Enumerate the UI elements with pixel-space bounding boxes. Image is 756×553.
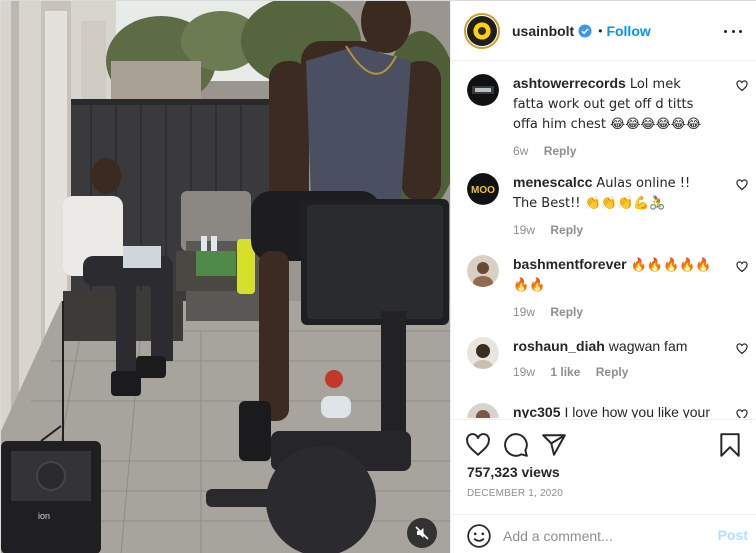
- comment-username[interactable]: nyc305: [513, 404, 560, 418]
- view-count[interactable]: 757,323 views: [467, 464, 560, 480]
- comment-username[interactable]: bashmentforever: [513, 256, 627, 272]
- comment-username[interactable]: roshaun_diah: [513, 338, 605, 354]
- comment-username[interactable]: menescalcc: [513, 174, 592, 190]
- comment-age: 19w: [513, 305, 536, 319]
- reply-button[interactable]: Reply: [596, 365, 629, 379]
- comment-item: roshaun_diah wagwan fam 19w 1 like Reply: [467, 337, 754, 379]
- comment-text: nyc305 I love how you like your: [513, 403, 713, 418]
- commenter-avatar[interactable]: [467, 337, 499, 369]
- author-username[interactable]: usainbolt: [512, 23, 574, 39]
- bookmark-icon[interactable]: [717, 432, 743, 458]
- more-options-icon[interactable]: [724, 23, 742, 39]
- comment-meta: 19w Reply: [513, 305, 754, 319]
- comment-age: 6w: [513, 144, 529, 158]
- action-icons: [465, 432, 745, 458]
- commenter-avatar[interactable]: [467, 74, 499, 106]
- comment-message: wagwan fam: [608, 338, 688, 354]
- like-comment-icon[interactable]: [736, 261, 748, 273]
- svg-text:MOO: MOO: [471, 185, 495, 196]
- post-date[interactable]: December 1, 2020: [467, 488, 563, 499]
- mute-icon: [415, 526, 429, 540]
- reply-button[interactable]: Reply: [550, 223, 583, 237]
- commenter-avatar[interactable]: MOO: [467, 173, 499, 205]
- comment-likes[interactable]: 1 like: [550, 365, 580, 379]
- comment-text: ashtowerrecords Lol mek fatta work out ge…: [513, 74, 713, 134]
- commenter-avatar[interactable]: [467, 255, 499, 287]
- comment-username[interactable]: ashtowerrecords: [513, 75, 626, 91]
- follow-button[interactable]: Follow: [606, 23, 650, 39]
- comment-meta: 6w Reply: [513, 144, 754, 158]
- heart-icon[interactable]: [465, 432, 491, 458]
- comment-text: roshaun_diah wagwan fam: [513, 337, 713, 355]
- commenter-avatar[interactable]: [467, 403, 499, 418]
- comment-item: MOO menescalcc Aulas online !! The Best!!…: [467, 173, 754, 237]
- like-comment-icon[interactable]: [736, 80, 748, 92]
- separator-dot: •: [598, 23, 603, 38]
- instagram-post: ion usainbolt • Follow ashtowerrecords L…: [0, 0, 756, 553]
- comment-icon[interactable]: [503, 432, 529, 458]
- post-video[interactable]: ion: [1, 1, 450, 553]
- author-avatar[interactable]: [464, 12, 500, 49]
- comment-message: I love how you like your: [564, 404, 711, 418]
- like-comment-icon[interactable]: [736, 409, 748, 418]
- comment-age: 19w: [513, 223, 536, 237]
- comment-item: ashtowerrecords Lol mek fatta work out ge…: [467, 74, 754, 158]
- post-comment-button[interactable]: Post: [718, 527, 748, 543]
- author-avatar-image: [467, 15, 497, 46]
- video-frame: ion: [1, 1, 450, 553]
- speaker-brand-label: ion: [38, 511, 50, 521]
- post-actions: 757,323 views December 1, 2020 Post: [451, 419, 756, 553]
- comment-meta: 19w Reply: [513, 223, 754, 237]
- reply-button[interactable]: Reply: [550, 305, 583, 319]
- share-icon[interactable]: [541, 432, 567, 458]
- comment-text: bashmentforever 🔥🔥🔥🔥🔥🔥🔥: [513, 255, 713, 295]
- comment-item: nyc305 I love how you like your: [467, 403, 754, 418]
- add-comment-bar: Post: [451, 514, 756, 553]
- comment-age: 19w: [513, 365, 536, 379]
- add-comment-input[interactable]: [503, 525, 703, 547]
- like-comment-icon[interactable]: [736, 179, 748, 191]
- verified-badge-icon: [578, 24, 592, 38]
- post-side-panel: usainbolt • Follow ashtowerrecords Lol me…: [450, 1, 756, 553]
- comment-meta: 19w 1 like Reply: [513, 365, 754, 379]
- mute-button[interactable]: [407, 518, 437, 548]
- comment-list[interactable]: ashtowerrecords Lol mek fatta work out ge…: [451, 62, 756, 418]
- post-header: usainbolt • Follow: [451, 1, 756, 61]
- comment-item: bashmentforever 🔥🔥🔥🔥🔥🔥🔥 19w Reply: [467, 255, 754, 319]
- comment-text: menescalcc Aulas online !! The Best!! 👏👏👏…: [513, 173, 713, 213]
- like-comment-icon[interactable]: [736, 343, 748, 355]
- smile-icon[interactable]: [466, 523, 492, 549]
- reply-button[interactable]: Reply: [544, 144, 577, 158]
